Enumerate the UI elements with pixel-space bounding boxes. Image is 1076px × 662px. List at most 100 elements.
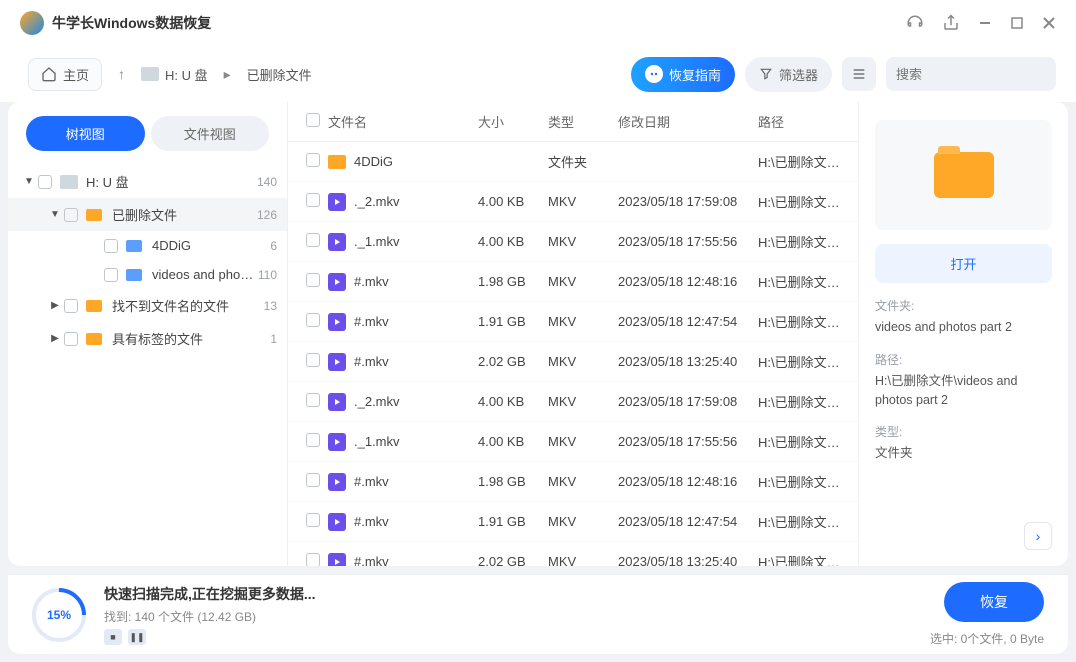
robot-icon: [645, 65, 663, 83]
file-type: 文件夹: [548, 152, 618, 171]
file-row[interactable]: ._2.mkv4.00 KBMKV2023/05/18 17:59:08H:\已…: [288, 182, 858, 222]
caret-icon[interactable]: ▼: [22, 176, 36, 187]
tree-count: 1: [270, 332, 277, 346]
disk-icon: [141, 67, 159, 81]
file-row[interactable]: #.mkv1.98 GBMKV2023/05/18 12:48:16H:\已删除…: [288, 462, 858, 502]
caret-icon[interactable]: ▶: [48, 333, 62, 344]
close-icon[interactable]: [1042, 16, 1056, 30]
minimize-icon[interactable]: [978, 16, 992, 30]
select-all-checkbox[interactable]: [306, 113, 320, 127]
nav-up-icon[interactable]: ↑: [118, 66, 125, 82]
row-checkbox[interactable]: [306, 273, 320, 287]
tree-node[interactable]: ▼已删除文件126: [8, 198, 287, 231]
search-input[interactable]: [896, 67, 1072, 82]
meta-path-value: H:\已删除文件\videos and photos part 2: [875, 372, 1052, 410]
share-icon[interactable]: [942, 14, 960, 32]
file-row[interactable]: ._2.mkv4.00 KBMKV2023/05/18 17:59:08H:\已…: [288, 382, 858, 422]
checkbox[interactable]: [64, 299, 78, 313]
list-icon: [851, 66, 867, 82]
col-name[interactable]: 文件名: [328, 112, 478, 131]
preview-panel: 打开 文件夹: videos and photos part 2 路径: H:\…: [858, 102, 1068, 566]
folder-yellow-icon: [86, 299, 104, 313]
file-date: 2023/05/18 17:59:08: [618, 194, 758, 209]
pause-button[interactable]: ❚❚: [128, 629, 146, 645]
file-row[interactable]: #.mkv2.02 GBMKV2023/05/18 13:25:40H:\已删除…: [288, 342, 858, 382]
open-button[interactable]: 打开: [875, 244, 1052, 283]
file-list: 文件名 大小 类型 修改日期 路径 4DDiG文件夹H:\已删除文件\4D...…: [288, 102, 858, 566]
col-type[interactable]: 类型: [548, 112, 618, 131]
file-date: 2023/05/18 13:25:40: [618, 354, 758, 369]
row-checkbox[interactable]: [306, 433, 320, 447]
row-checkbox[interactable]: [306, 353, 320, 367]
tree-label: 已删除文件: [112, 205, 253, 224]
row-checkbox[interactable]: [306, 393, 320, 407]
file-path: H:\已删除文件\._2...: [758, 392, 840, 411]
file-type: MKV: [548, 354, 618, 369]
file-path: H:\已删除文件\#....: [758, 272, 840, 291]
file-type: MKV: [548, 274, 618, 289]
caret-icon[interactable]: ▶: [48, 300, 62, 311]
row-checkbox[interactable]: [306, 193, 320, 207]
checkbox[interactable]: [64, 332, 78, 346]
file-row[interactable]: #.mkv1.91 GBMKV2023/05/18 12:47:54H:\已删除…: [288, 502, 858, 542]
tree-node[interactable]: ▶找不到文件名的文件13: [8, 289, 287, 322]
recover-button[interactable]: 恢复: [944, 582, 1044, 622]
row-checkbox[interactable]: [306, 153, 320, 167]
tab-tree-view[interactable]: 树视图: [26, 116, 145, 151]
checkbox[interactable]: [64, 208, 78, 222]
file-row[interactable]: #.mkv2.02 GBMKV2023/05/18 13:25:40H:\已删除…: [288, 542, 858, 566]
file-row[interactable]: #.mkv1.91 GBMKV2023/05/18 12:47:54H:\已删除…: [288, 302, 858, 342]
tree-node[interactable]: videos and photos...110: [8, 260, 287, 289]
row-checkbox[interactable]: [306, 513, 320, 527]
maximize-icon[interactable]: [1010, 16, 1024, 30]
home-button[interactable]: 主页: [28, 58, 102, 91]
file-row[interactable]: 4DDiG文件夹H:\已删除文件\4D...: [288, 142, 858, 182]
file-size: 1.98 GB: [478, 474, 548, 489]
file-path: H:\已删除文件\#....: [758, 552, 840, 566]
file-path: H:\已删除文件\4D...: [758, 152, 840, 171]
headphones-icon[interactable]: [906, 14, 924, 32]
col-size[interactable]: 大小: [478, 112, 548, 131]
folder-blue-icon: [126, 268, 144, 282]
tree-count: 110: [258, 268, 277, 282]
caret-icon[interactable]: ▼: [48, 209, 62, 220]
file-date: 2023/05/18 13:25:40: [618, 554, 758, 566]
file-name: #.mkv: [354, 554, 389, 566]
tab-file-view[interactable]: 文件视图: [151, 116, 270, 151]
breadcrumb-drive[interactable]: H: U 盘: [141, 65, 208, 84]
checkbox[interactable]: [104, 239, 118, 253]
search-box[interactable]: [886, 57, 1056, 91]
col-path[interactable]: 路径: [758, 112, 840, 131]
home-label: 主页: [63, 65, 89, 84]
file-type: MKV: [548, 474, 618, 489]
file-name: #.mkv: [354, 354, 389, 369]
filter-button[interactable]: 筛选器: [745, 57, 832, 92]
titlebar: 牛学长Windows数据恢复: [0, 0, 1076, 46]
tree-node[interactable]: ▶具有标签的文件1: [8, 322, 287, 355]
folder-yellow-icon: [86, 208, 104, 222]
file-row[interactable]: ._1.mkv4.00 KBMKV2023/05/18 17:55:56H:\已…: [288, 222, 858, 262]
recovery-guide-button[interactable]: 恢复指南: [631, 57, 735, 92]
filter-icon: [759, 67, 773, 81]
col-date[interactable]: 修改日期: [618, 112, 758, 131]
tree-node[interactable]: 4DDiG6: [8, 231, 287, 260]
checkbox[interactable]: [38, 175, 52, 189]
video-icon: [328, 513, 346, 531]
row-checkbox[interactable]: [306, 473, 320, 487]
file-row[interactable]: ._1.mkv4.00 KBMKV2023/05/18 17:55:56H:\已…: [288, 422, 858, 462]
file-size: 4.00 KB: [478, 234, 548, 249]
checkbox[interactable]: [104, 268, 118, 282]
row-checkbox[interactable]: [306, 233, 320, 247]
file-type: MKV: [548, 514, 618, 529]
breadcrumb-folder[interactable]: 已删除文件: [247, 65, 312, 84]
file-name: #.mkv: [354, 274, 389, 289]
file-size: 4.00 KB: [478, 434, 548, 449]
stop-button[interactable]: ■: [104, 629, 122, 645]
tree-node[interactable]: ▼H: U 盘140: [8, 165, 287, 198]
row-checkbox[interactable]: [306, 313, 320, 327]
view-mode-button[interactable]: [842, 57, 876, 91]
next-arrow-button[interactable]: ›: [1024, 522, 1052, 550]
file-row[interactable]: #.mkv1.98 GBMKV2023/05/18 12:48:16H:\已删除…: [288, 262, 858, 302]
row-checkbox[interactable]: [306, 553, 320, 566]
video-icon: [328, 313, 346, 331]
